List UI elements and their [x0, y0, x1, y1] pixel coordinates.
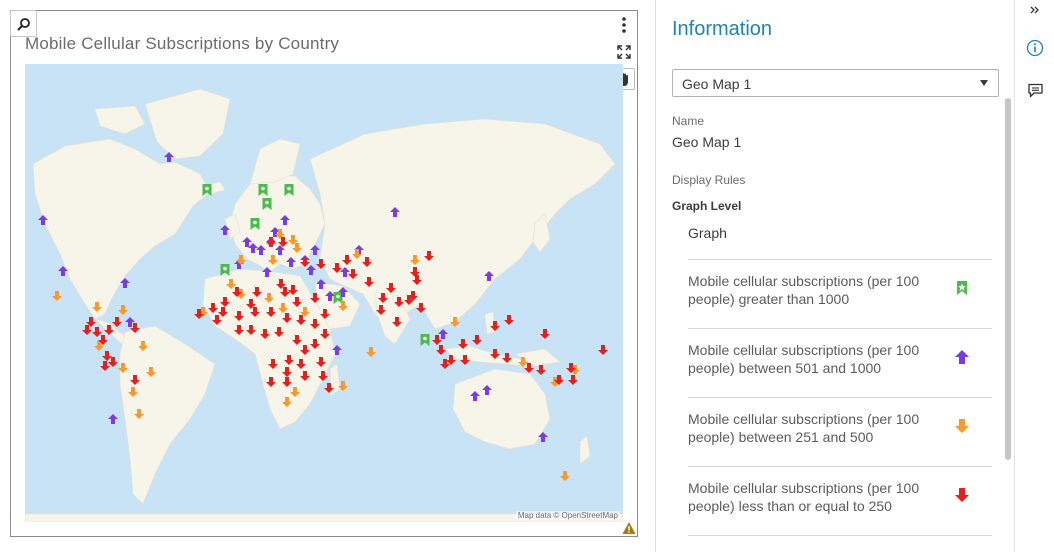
chevron-down-icon [980, 80, 988, 86]
maximize-icon [617, 45, 631, 59]
country-marker-le-250[interactable] [598, 345, 608, 355]
information-icon [1026, 39, 1044, 57]
display-rule-text: Mobile cellular subscriptions (per 100 p… [688, 480, 920, 514]
green-star-marker-icon [957, 281, 967, 295]
name-label: Name [672, 114, 705, 128]
red-down-arrow-icon [955, 488, 969, 502]
orange-down-arrow-icon [955, 419, 969, 433]
country-marker-251-500[interactable] [52, 291, 62, 301]
asia [309, 118, 616, 330]
collapse-panel-icon [1030, 6, 1039, 14]
country-marker-le-250[interactable] [436, 345, 446, 355]
canadian-arctic [94, 105, 146, 135]
indonesia [444, 345, 532, 367]
country-marker-501-1000[interactable] [108, 414, 118, 424]
country-marker-le-250[interactable] [102, 351, 112, 361]
name-value: Geo Map 1 [672, 134, 742, 150]
display-rule-item: Mobile cellular subscriptions (per 100 p… [688, 466, 992, 535]
country-marker-le-250[interactable] [472, 335, 482, 345]
scrollbar-thumb[interactable] [1005, 98, 1011, 460]
country-marker-le-250[interactable] [540, 329, 550, 339]
country-marker-greater-1000[interactable] [420, 334, 430, 346]
maximize-button[interactable] [613, 41, 635, 63]
country-marker-le-250[interactable] [504, 315, 514, 325]
europe [229, 173, 326, 273]
search-icon [17, 17, 30, 30]
information-title: Information [672, 18, 773, 40]
new-zealand [579, 435, 591, 465]
north-america [32, 138, 211, 320]
display-rule-text: Mobile cellular subscriptions (per 100 p… [688, 411, 920, 445]
display-rules-label: Display Rules [672, 173, 746, 187]
collapse-panel-button[interactable] [1025, 0, 1045, 20]
landmasses [25, 88, 623, 522]
vertical-ellipsis-icon [622, 17, 626, 33]
display-rule-text: Mobile cellular subscriptions (per 100 p… [688, 342, 920, 376]
more-options-button[interactable] [613, 14, 635, 36]
country-marker-251-500[interactable] [560, 471, 570, 481]
information-button[interactable] [1025, 38, 1045, 58]
country-marker-le-250[interactable] [92, 327, 102, 337]
object-selector-dropdown[interactable]: Geo Map 1 [672, 69, 999, 97]
country-marker-le-250[interactable] [112, 317, 122, 327]
madagascar [329, 363, 341, 397]
country-marker-le-250[interactable] [536, 365, 546, 375]
country-marker-le-250[interactable] [568, 375, 578, 385]
object-selector-value: Geo Map 1 [682, 76, 752, 92]
greenland [144, 88, 231, 160]
world-map[interactable]: Map data © OpenStreetMap [25, 64, 623, 522]
graph-label: Graph [688, 225, 727, 241]
geo-map-panel: Mobile Cellular Subscriptions by Country [10, 10, 638, 537]
warning-icon[interactable] [622, 521, 636, 535]
comment-icon [1027, 83, 1043, 98]
information-panel: Information Geo Map 1 Name Geo Map 1 Dis… [656, 0, 1014, 552]
graph-level-label: Graph Level [672, 199, 742, 213]
country-marker-501-1000[interactable] [438, 329, 448, 339]
south-america [119, 325, 216, 505]
country-marker-501-1000[interactable] [306, 265, 316, 275]
display-rule-item: Mobile cellular subscriptions (per 100 p… [688, 328, 992, 397]
display-rule-item: Mobile cellular subscriptions (per 100 p… [688, 397, 992, 466]
country-marker-251-500[interactable] [366, 347, 376, 357]
search-button[interactable] [10, 10, 37, 37]
display-rule-item: Mobile cellular subscriptions (per 100 p… [688, 259, 992, 328]
purple-up-arrow-icon [955, 350, 969, 364]
rule-list-end-divider [688, 535, 992, 536]
country-marker-le-250[interactable] [432, 335, 442, 345]
map-canvas [25, 88, 623, 522]
display-rule-text: Mobile cellular subscriptions (per 100 p… [688, 273, 920, 307]
right-rail [1015, 0, 1054, 552]
comments-button[interactable] [1025, 81, 1045, 101]
map-attribution: Map data © OpenStreetMap [515, 511, 620, 520]
info-scrollbar[interactable] [1005, 98, 1011, 460]
country-marker-251-500[interactable] [118, 305, 128, 315]
map-title: Mobile Cellular Subscriptions by Country [25, 34, 340, 53]
australia [452, 368, 551, 450]
